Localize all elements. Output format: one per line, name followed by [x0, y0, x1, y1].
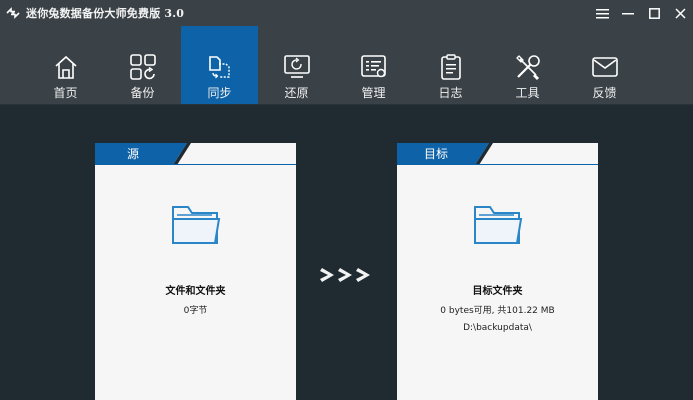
maximize-button[interactable] — [641, 0, 667, 26]
app-logo-icon — [6, 7, 20, 19]
main-toolbar: 首页 备份 同步 还原 管理 日志 工具 反馈 — [0, 26, 693, 105]
source-size: 0字节 — [183, 306, 208, 316]
close-icon — [674, 7, 686, 19]
tab-log-label: 日志 — [438, 86, 463, 100]
menu-button[interactable] — [589, 0, 615, 26]
source-name: 文件和文件夹 — [165, 286, 226, 297]
window-title: 迷你兔数据备份大师免费版 3.0 — [26, 7, 185, 20]
maximize-icon — [648, 7, 660, 19]
destination-path: D:\backupdata\ — [463, 323, 532, 333]
destination-header: 目标 — [397, 143, 598, 165]
destination-name: 目标文件夹 — [472, 286, 523, 297]
tab-restore-label: 还原 — [284, 86, 309, 100]
minimize-icon — [622, 12, 634, 14]
tab-feedback[interactable]: 反馈 — [566, 26, 643, 104]
folder-icon — [172, 206, 221, 244]
source-panel[interactable]: 源 文件和文件夹 0字节 — [95, 143, 296, 400]
minimize-button[interactable] — [615, 0, 641, 26]
tab-feedback-label: 反馈 — [592, 86, 617, 100]
folder-icon — [474, 206, 523, 244]
destination-space: 0 bytes可用, 共101.22 MB — [440, 306, 555, 316]
title-bar: 迷你兔数据备份大师免费版 3.0 — [0, 0, 693, 26]
source-header: 源 — [95, 143, 296, 165]
tab-log[interactable]: 日志 — [412, 26, 489, 104]
close-button[interactable] — [667, 0, 693, 26]
sync-direction-arrows-icon — [320, 268, 370, 282]
tools-icon — [515, 55, 540, 81]
tab-restore[interactable]: 还原 — [258, 26, 335, 104]
tab-backup-label: 备份 — [130, 86, 155, 100]
restore-icon — [283, 55, 310, 78]
tab-backup[interactable]: 备份 — [104, 26, 181, 104]
tab-manage-label: 管理 — [361, 86, 386, 100]
menu-icon — [595, 8, 609, 18]
tab-tools[interactable]: 工具 — [489, 26, 566, 104]
tab-home[interactable]: 首页 — [27, 26, 104, 104]
manage-icon — [360, 55, 386, 78]
tab-sync[interactable]: 同步 — [181, 26, 258, 104]
source-tab-label: 源 — [127, 147, 140, 161]
backup-icon — [129, 54, 156, 80]
tab-tools-label: 工具 — [515, 86, 540, 100]
sync-icon — [208, 56, 230, 79]
home-icon — [54, 55, 77, 79]
destination-panel[interactable]: 目标 目标文件夹 0 bytes可用, 共101.22 MB D:\backup… — [397, 143, 598, 400]
tab-sync-label: 同步 — [207, 86, 232, 100]
feedback-icon — [591, 57, 618, 77]
log-icon — [440, 54, 461, 80]
tab-home-label: 首页 — [53, 86, 78, 100]
destination-tab-label: 目标 — [424, 147, 449, 161]
tab-manage[interactable]: 管理 — [335, 26, 412, 104]
